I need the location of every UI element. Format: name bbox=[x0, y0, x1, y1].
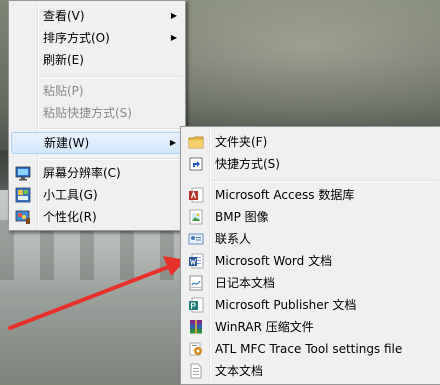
menu-item-view[interactable]: 查看(V) ▶ bbox=[11, 5, 183, 27]
menu-separator bbox=[211, 180, 439, 182]
submenu-item-journal[interactable]: 日记本文档 bbox=[183, 272, 439, 294]
menu-item-label: 文本文档 bbox=[215, 364, 264, 378]
folder-icon bbox=[188, 136, 204, 149]
text-document-icon bbox=[190, 363, 202, 379]
menu-item-label: 新建(W) bbox=[44, 136, 90, 150]
shortcut-icon bbox=[189, 157, 203, 171]
submenu-item-shortcut[interactable]: 快捷方式(S) bbox=[183, 153, 439, 175]
menu-item-label: ATL MFC Trace Tool settings file bbox=[215, 342, 403, 356]
submenu-item-text-document[interactable]: 文本文档 bbox=[183, 360, 439, 382]
submenu-arrow-icon: ▶ bbox=[170, 33, 177, 42]
menu-separator bbox=[39, 76, 183, 78]
new-submenu: 文件夹(F) 快捷方式(S) Microsoft Access 数据库 BMP … bbox=[180, 126, 440, 385]
word-icon bbox=[189, 253, 204, 269]
menu-item-refresh[interactable]: 刷新(E) bbox=[11, 49, 183, 71]
menu-item-label: Microsoft Publisher 文档 bbox=[215, 298, 357, 312]
menu-separator bbox=[39, 128, 183, 130]
menu-separator bbox=[39, 158, 183, 160]
submenu-arrow-icon: ▶ bbox=[169, 138, 176, 147]
menu-item-label: 文件夹(F) bbox=[215, 135, 268, 149]
menu-item-label: 粘贴(P) bbox=[43, 84, 84, 98]
menu-item-label: 刷新(E) bbox=[43, 53, 84, 67]
menu-item-label: 日记本文档 bbox=[215, 276, 276, 290]
journal-icon bbox=[189, 275, 203, 291]
submenu-item-access[interactable]: Microsoft Access 数据库 bbox=[183, 184, 439, 206]
menu-item-label: 排序方式(O) bbox=[43, 31, 110, 45]
menu-item-new[interactable]: 新建(W) ▶ bbox=[11, 132, 183, 154]
submenu-item-contact[interactable]: 联系人 bbox=[183, 228, 439, 250]
contact-icon bbox=[188, 233, 204, 245]
menu-item-label: 个性化(R) bbox=[43, 210, 97, 224]
access-icon bbox=[189, 187, 204, 203]
menu-item-gadgets[interactable]: 小工具(G) bbox=[11, 184, 183, 206]
menu-item-personalize[interactable]: 个性化(R) bbox=[11, 206, 183, 228]
menu-item-label: 屏幕分辨率(C) bbox=[43, 166, 121, 180]
desktop-context-menu: 查看(V) ▶ 排序方式(O) ▶ 刷新(E) 粘贴(P) 粘贴快捷方式(S) … bbox=[8, 0, 186, 231]
menu-item-label: 查看(V) bbox=[43, 9, 85, 23]
submenu-item-word[interactable]: Microsoft Word 文档 bbox=[183, 250, 439, 272]
menu-item-label: Microsoft Word 文档 bbox=[215, 254, 333, 268]
submenu-item-bmp[interactable]: BMP 图像 bbox=[183, 206, 439, 228]
display-icon bbox=[15, 166, 31, 181]
menu-item-label: 联系人 bbox=[215, 232, 252, 246]
menu-item-label: BMP 图像 bbox=[215, 210, 269, 224]
submenu-item-atl-mfc-trace-settings[interactable]: ATL MFC Trace Tool settings file bbox=[183, 338, 439, 360]
settings-file-icon bbox=[189, 342, 202, 356]
publisher-icon bbox=[189, 297, 204, 313]
menu-item-label: 快捷方式(S) bbox=[215, 157, 280, 171]
menu-item-label: 粘贴快捷方式(S) bbox=[43, 106, 132, 120]
menu-item-paste-shortcut: 粘贴快捷方式(S) bbox=[11, 102, 183, 124]
menu-item-label: WinRAR 压缩文件 bbox=[215, 320, 314, 334]
bmp-image-icon bbox=[189, 209, 203, 225]
submenu-item-winrar[interactable]: WinRAR 压缩文件 bbox=[183, 316, 439, 338]
personalize-icon bbox=[15, 210, 30, 224]
menu-item-sort-by[interactable]: 排序方式(O) ▶ bbox=[11, 27, 183, 49]
menu-item-screen-resolution[interactable]: 屏幕分辨率(C) bbox=[11, 162, 183, 184]
submenu-item-publisher[interactable]: Microsoft Publisher 文档 bbox=[183, 294, 439, 316]
gadgets-icon bbox=[15, 187, 31, 203]
submenu-arrow-icon: ▶ bbox=[170, 11, 177, 20]
winrar-icon bbox=[190, 320, 202, 334]
submenu-item-folder[interactable]: 文件夹(F) bbox=[183, 131, 439, 153]
menu-item-label: 小工具(G) bbox=[43, 188, 98, 202]
menu-item-label: Microsoft Access 数据库 bbox=[215, 188, 355, 202]
menu-item-paste: 粘贴(P) bbox=[11, 80, 183, 102]
